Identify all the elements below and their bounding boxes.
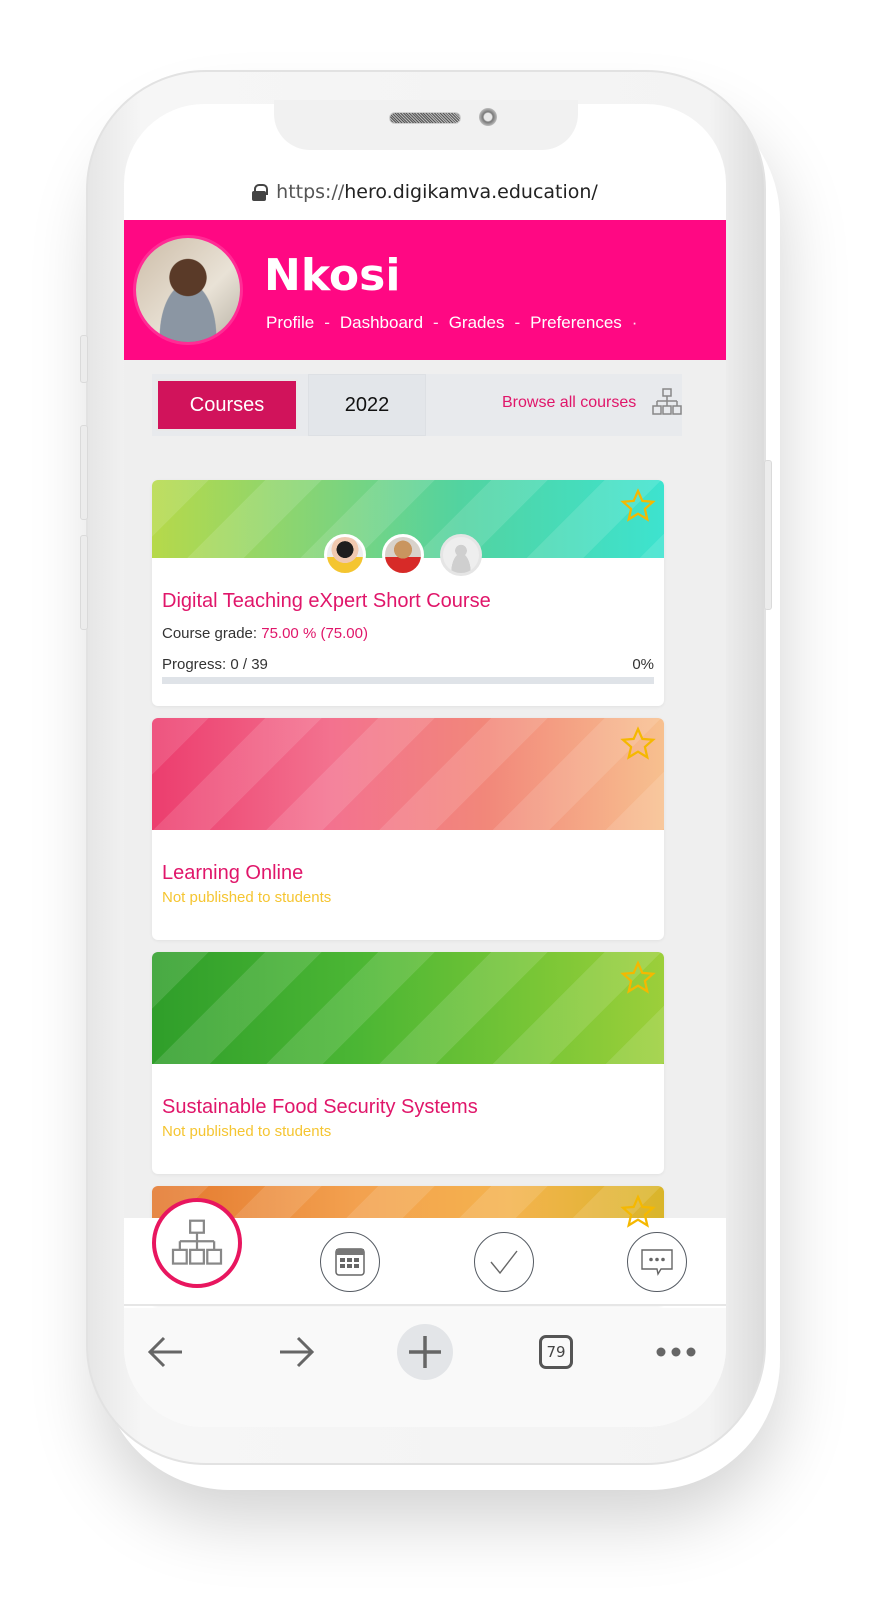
nav-tasks-button[interactable] [474, 1232, 534, 1292]
teacher-avatar[interactable] [324, 534, 366, 576]
address-bar[interactable]: https://hero.digikamva.education/ [124, 164, 726, 220]
course-banner [152, 952, 664, 1064]
course-list-area: Courses 2022 Browse all courses Digital … [124, 360, 726, 1306]
volume-down-button [80, 535, 88, 630]
power-button [764, 460, 772, 610]
speaker-grille [389, 112, 461, 124]
course-card[interactable]: Digital Teaching eXpert Short Course Cou… [152, 480, 664, 706]
course-tabs: Courses 2022 Browse all courses [152, 374, 682, 436]
url[interactable]: https://hero.digikamva.education/ [276, 181, 598, 203]
course-card[interactable]: Learning Online Not published to student… [152, 718, 664, 940]
hierarchy-icon[interactable] [652, 388, 682, 416]
star-icon[interactable] [620, 1194, 656, 1230]
more-dots-icon [656, 1347, 696, 1357]
browser-toolbar: 79 [124, 1308, 726, 1427]
mute-switch [80, 335, 88, 383]
nav-courses-button[interactable] [152, 1198, 242, 1288]
course-card[interactable]: Sustainable Food Security Systems Not pu… [152, 952, 664, 1174]
volume-up-button [80, 425, 88, 520]
course-status: Not published to students [162, 889, 332, 906]
nav-messages-button[interactable] [627, 1232, 687, 1292]
back-button[interactable] [138, 1324, 194, 1380]
tabs-button[interactable]: 79 [528, 1324, 584, 1380]
app-bottom-nav [124, 1198, 726, 1306]
tab-count: 79 [539, 1335, 573, 1369]
lock-icon [252, 184, 269, 201]
course-title[interactable]: Digital Teaching eXpert Short Course [162, 590, 654, 613]
tab-year[interactable]: 2022 [308, 374, 426, 436]
tab-courses[interactable]: Courses [156, 379, 298, 431]
course-title[interactable]: Sustainable Food Security Systems [162, 1096, 654, 1119]
nav-grades[interactable]: Grades [449, 313, 505, 333]
more-menu-button[interactable] [648, 1324, 704, 1380]
progress-row: Progress: 0 / 39 0% [162, 656, 654, 673]
arrow-right-icon [280, 1336, 315, 1368]
course-teachers [324, 534, 482, 576]
user-name: Nkosi [264, 250, 401, 301]
teacher-avatar[interactable] [382, 534, 424, 576]
star-icon[interactable] [620, 726, 656, 762]
course-banner [152, 718, 664, 830]
nav-preferences[interactable]: Preferences [530, 313, 622, 333]
new-tab-button[interactable] [397, 1324, 453, 1380]
arrow-left-icon [147, 1336, 182, 1368]
course-title[interactable]: Learning Online [162, 862, 654, 885]
progress-percent: 0% [632, 656, 654, 673]
plus-icon [409, 1336, 441, 1368]
phone-screen: https://hero.digikamva.education/ Nkosi … [124, 104, 726, 1427]
nav-dashboard[interactable]: Dashboard [340, 313, 423, 333]
teacher-avatar-placeholder[interactable] [440, 534, 482, 576]
phone-notch [274, 100, 578, 150]
check-icon [490, 1250, 518, 1275]
calendar-icon [335, 1248, 365, 1276]
forward-button[interactable] [268, 1324, 324, 1380]
user-avatar[interactable] [136, 238, 240, 342]
nav-calendar-button[interactable] [320, 1232, 380, 1292]
browse-all-courses-link[interactable]: Browse all courses [502, 394, 636, 412]
front-camera [479, 108, 497, 126]
hierarchy-icon [171, 1219, 223, 1265]
course-grade: Course grade: 75.00 % (75.00) [162, 625, 368, 642]
star-icon[interactable] [620, 960, 656, 996]
star-icon[interactable] [620, 488, 656, 524]
user-nav: Profile - Dashboard - Grades - Preferenc… [266, 313, 638, 333]
profile-header: Nkosi Profile - Dashboard - Grades - Pre… [124, 220, 726, 360]
progress-label: Progress: 0 / 39 [162, 656, 268, 673]
nav-profile[interactable]: Profile [266, 313, 314, 333]
progress-bar [162, 677, 654, 684]
course-status: Not published to students [162, 1123, 332, 1140]
chat-icon [641, 1249, 673, 1276]
